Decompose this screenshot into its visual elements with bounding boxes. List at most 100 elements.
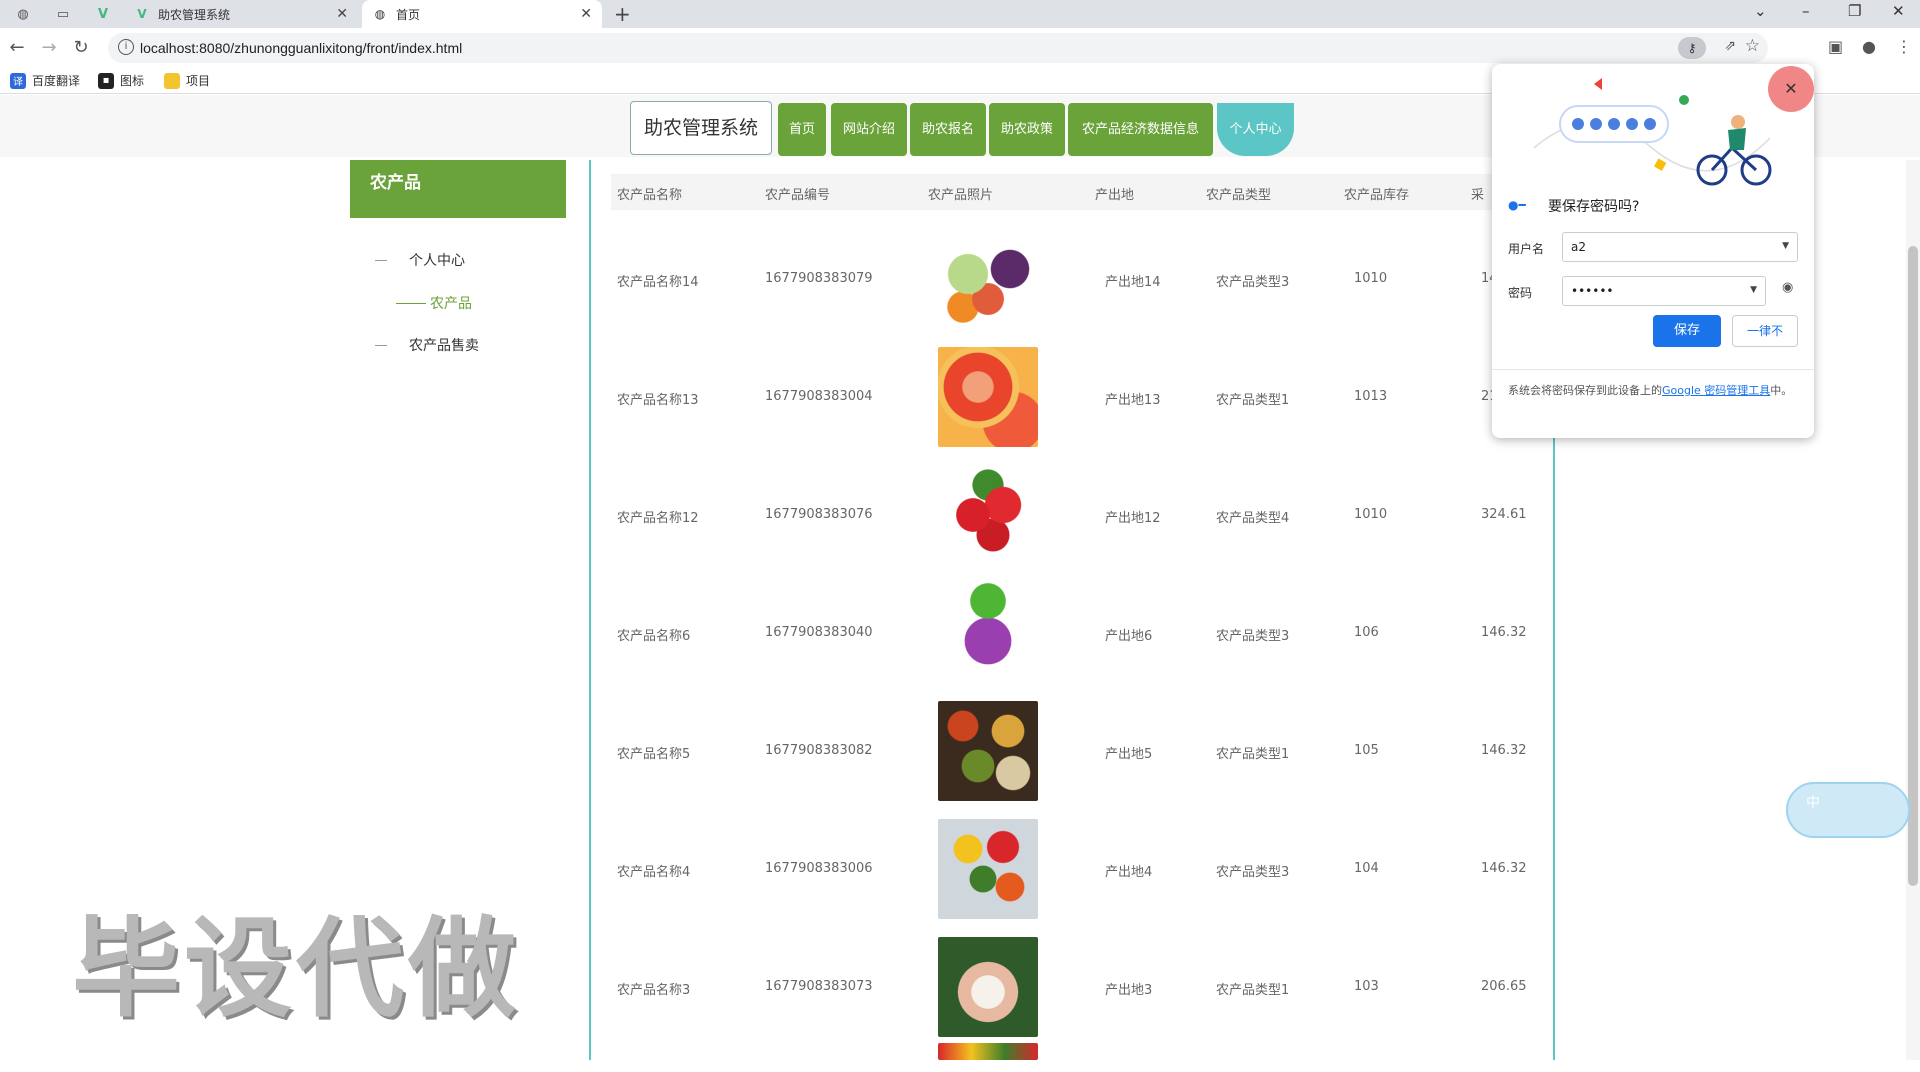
cell-code: 1677908383004 bbox=[765, 389, 873, 404]
vue-icon: V bbox=[137, 7, 147, 21]
sidepanel-icon[interactable]: ▣ bbox=[1828, 37, 1843, 56]
cell-price: 146.32 bbox=[1481, 861, 1527, 876]
bookmark-label: 项目 bbox=[186, 74, 211, 88]
password-manager-link[interactable]: Google 密码管理工具 bbox=[1662, 384, 1770, 397]
translate-icon: 译 bbox=[10, 72, 26, 89]
bookmark-icons[interactable]: ▪ 图标 bbox=[98, 72, 144, 89]
table-row[interactable]: 农产品名称6 1677908383040 产出地6 农产品类型3 106 146… bbox=[591, 574, 1553, 692]
eye-icon[interactable]: ◉ bbox=[1782, 280, 1793, 295]
password-label: 密码 bbox=[1508, 286, 1533, 300]
password-field[interactable]: •••••• ▼ bbox=[1562, 276, 1766, 306]
nav-econ-data[interactable]: 农产品经济数据信息 bbox=[1068, 103, 1213, 156]
footer-text: 系统会将密码保存到此设备上的 bbox=[1508, 384, 1662, 397]
tab-title: 助农管理系统 bbox=[158, 7, 231, 22]
username-label: 用户名 bbox=[1508, 242, 1545, 256]
cell-stock: 1013 bbox=[1354, 389, 1388, 404]
share-icon[interactable]: ⇗ bbox=[1724, 38, 1736, 54]
new-tab-button[interactable]: + bbox=[614, 2, 631, 26]
globe-icon[interactable]: ◍ bbox=[8, 3, 38, 25]
dialog-title: 要保存密码吗? bbox=[1548, 199, 1640, 215]
cell-name: 农产品名称3 bbox=[617, 983, 691, 998]
nav-home[interactable]: 首页 bbox=[778, 103, 826, 156]
dropdown-arrow-icon[interactable]: ▼ bbox=[1782, 241, 1789, 251]
cell-name: 农产品名称14 bbox=[617, 275, 699, 290]
never-button[interactable]: 一律不 bbox=[1732, 315, 1798, 347]
cell-type: 农产品类型3 bbox=[1216, 275, 1290, 290]
table-row[interactable]: 农产品名称4 1677908383006 产出地4 农产品类型3 104 146… bbox=[591, 810, 1553, 928]
sidebar-item-label: 农产品 bbox=[430, 296, 472, 312]
page-scrollbar[interactable] bbox=[1906, 160, 1920, 1060]
back-button[interactable]: ← bbox=[6, 37, 28, 58]
cell-code: 1677908383073 bbox=[765, 979, 873, 994]
site-brand[interactable]: 助农管理系统 bbox=[630, 101, 772, 155]
info-icon[interactable]: i bbox=[118, 39, 134, 55]
restore-button[interactable]: ❐ bbox=[1848, 2, 1861, 20]
username-value: a2 bbox=[1571, 240, 1586, 254]
vue-icon[interactable]: V bbox=[88, 3, 118, 25]
tab-admin[interactable]: V 助农管理系统 ✕ bbox=[124, 0, 358, 28]
cell-price: 146.32 bbox=[1481, 743, 1527, 758]
table-row[interactable]: 农产品名称13 1677908383004 产出地13 农产品类型1 1013 … bbox=[591, 338, 1553, 456]
header-price: 采 bbox=[1471, 188, 1485, 203]
cell-stock: 104 bbox=[1354, 861, 1379, 876]
window-close-button[interactable]: ✕ bbox=[1892, 2, 1905, 20]
table-row[interactable]: 农产品名称5 1677908383082 产出地5 农产品类型1 105 146… bbox=[591, 692, 1553, 810]
cell-name: 农产品名称4 bbox=[617, 865, 691, 880]
close-icon[interactable]: ✕ bbox=[336, 6, 348, 22]
cell-name: 农产品名称6 bbox=[617, 629, 691, 644]
nav-signup[interactable]: 助农报名 bbox=[910, 103, 986, 156]
sidebar-item-label: 农产品售卖 bbox=[409, 338, 479, 354]
key-icon[interactable]: ⚷ bbox=[1678, 37, 1706, 59]
nav-about[interactable]: 网站介绍 bbox=[831, 103, 907, 156]
watermark-text: 毕设代做 bbox=[72, 907, 521, 1032]
url-text: localhost:8080/zhunongguanlixitong/front… bbox=[140, 40, 463, 56]
dropdown-arrow-icon[interactable]: ▼ bbox=[1750, 285, 1757, 295]
close-icon[interactable]: ✕ bbox=[580, 6, 592, 22]
table-header: 农产品名称 农产品编号 农产品照片 产出地 农产品类型 农产品库存 采 bbox=[611, 174, 1553, 210]
username-field[interactable]: a2 ▼ bbox=[1562, 232, 1798, 262]
cell-stock: 105 bbox=[1354, 743, 1379, 758]
blank-tab-icon[interactable]: ▭ bbox=[48, 3, 78, 25]
cell-origin: 产出地6 bbox=[1105, 629, 1153, 644]
reload-button[interactable]: ↻ bbox=[70, 37, 92, 58]
cell-name: 农产品名称13 bbox=[617, 393, 699, 408]
header-name: 农产品名称 bbox=[617, 188, 683, 203]
globe-icon: ◍ bbox=[374, 7, 386, 21]
cell-code: 1677908383040 bbox=[765, 625, 873, 640]
product-photo bbox=[938, 701, 1038, 801]
table-row[interactable]: 农产品名称12 1677908383076 产出地12 农产品类型4 1010 … bbox=[591, 456, 1553, 574]
address-bar[interactable]: i localhost:8080/zhunongguanlixitong/fro… bbox=[108, 33, 1768, 63]
forward-button[interactable]: → bbox=[38, 37, 60, 58]
chevron-down-icon[interactable]: ⌄ bbox=[1754, 2, 1767, 20]
cell-origin: 产出地13 bbox=[1105, 393, 1161, 408]
profile-icon[interactable]: ● bbox=[1862, 37, 1876, 56]
sidebar-title: 农产品 bbox=[350, 160, 566, 218]
cell-type: 农产品类型1 bbox=[1216, 393, 1290, 408]
bookmark-baidu-translate[interactable]: 译 百度翻译 bbox=[10, 72, 80, 89]
cell-stock: 106 bbox=[1354, 625, 1379, 640]
star-icon[interactable]: ☆ bbox=[1745, 36, 1760, 56]
table-row[interactable]: 农产品名称3 1677908383073 产出地3 农产品类型1 103 206… bbox=[591, 928, 1553, 1046]
close-icon[interactable]: ✕ bbox=[1768, 66, 1814, 112]
cell-type: 农产品类型1 bbox=[1216, 747, 1290, 762]
save-button[interactable]: 保存 bbox=[1653, 315, 1721, 347]
minimize-button[interactable]: – bbox=[1802, 2, 1810, 20]
header-stock: 农产品库存 bbox=[1344, 188, 1410, 203]
nav-personal-center[interactable]: 个人中心 bbox=[1217, 103, 1294, 156]
sidebar-item-personal-center[interactable]: 个人中心 bbox=[375, 250, 465, 270]
sidebar-item-products[interactable]: 农产品 bbox=[396, 293, 472, 313]
floating-widget[interactable]: 中 bbox=[1786, 782, 1910, 838]
sidebar-item-product-sales[interactable]: 农产品售卖 bbox=[375, 335, 479, 355]
cell-price: 324.61 bbox=[1481, 507, 1527, 522]
product-photo bbox=[938, 465, 1038, 565]
cell-name: 农产品名称5 bbox=[617, 747, 691, 762]
table-row[interactable]: 农产品名称14 1677908383079 产出地14 农产品类型3 1010 … bbox=[591, 220, 1553, 338]
bookmark-project[interactable]: 项目 bbox=[164, 72, 210, 89]
menu-icon[interactable]: ⋮ bbox=[1896, 37, 1912, 56]
cell-type: 农产品类型3 bbox=[1216, 629, 1290, 644]
scrollbar-thumb[interactable] bbox=[1908, 246, 1918, 886]
nav-policy[interactable]: 助农政策 bbox=[989, 103, 1065, 156]
product-photo bbox=[938, 937, 1038, 1037]
tab-home[interactable]: ◍ 首页 ✕ bbox=[362, 0, 602, 28]
illustration-icon bbox=[1533, 78, 1772, 186]
